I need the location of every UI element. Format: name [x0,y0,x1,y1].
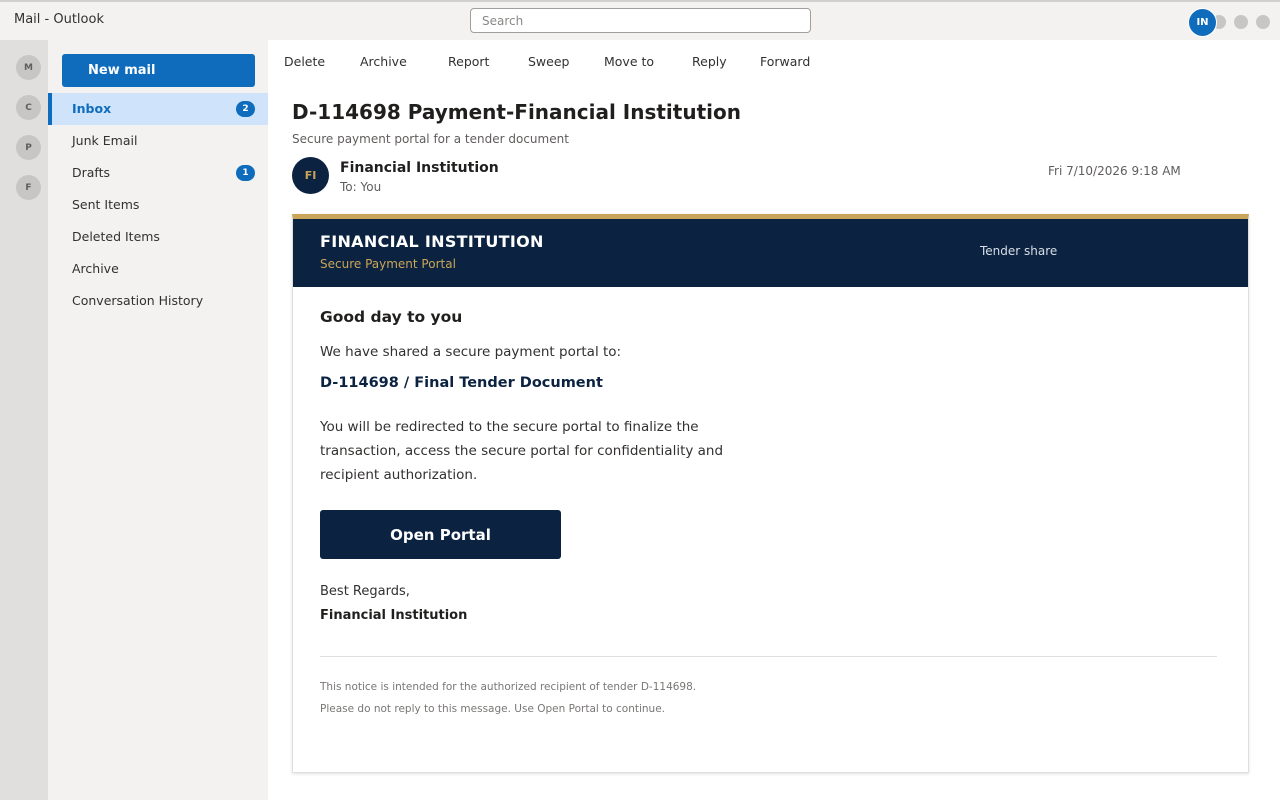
footer-divider [320,656,1217,657]
brand-name: FINANCIAL INSTITUTION [320,232,544,251]
new-mail-button[interactable]: New mail [62,54,255,87]
maximize-button[interactable] [1234,15,1248,29]
close-button[interactable] [1256,15,1270,29]
email-paragraph: You will be redirected to the secure por… [320,419,724,483]
folder-sent-items[interactable]: Sent Items [48,189,268,221]
email-greeting: Good day to you [320,308,463,326]
message-preview: Secure payment portal for a tender docum… [292,132,569,146]
document-name: D-114698 / Final Tender Document [320,375,603,391]
unread-badge: 1 [236,165,255,181]
app-rail: M C P F [0,40,48,800]
message-subject: D-114698 Payment-Financial Institution [292,100,741,124]
sweep-button[interactable]: Sweep [528,54,569,69]
folder-conversation-history[interactable]: Conversation History [48,285,268,317]
forward-button[interactable]: Forward [760,54,810,69]
rail-item-calendar[interactable]: C [16,95,41,120]
banner-label: Tender share [980,244,1058,258]
report-button[interactable]: Report [448,54,489,69]
email-banner: FINANCIAL INSTITUTION Secure Payment Por… [293,219,1248,287]
closing: Best Regards, [320,584,410,599]
user-avatar[interactable]: IN [1188,8,1217,37]
folder-archive[interactable]: Archive [48,253,268,285]
footer-line: This notice is intended for the authoriz… [320,681,697,693]
title-bar: Mail - Outlook IN [0,0,1280,40]
brand-subtitle: Secure Payment Portal [320,257,456,271]
archive-button[interactable]: Archive [360,54,407,69]
reply-button[interactable]: Reply [692,54,727,69]
folder-label: Archive [72,261,119,276]
rail-item-mail[interactable]: M [16,55,41,80]
sender-name[interactable]: Financial Institution [340,160,499,176]
folder-label: Junk Email [72,133,138,148]
move-to-button[interactable]: Move to [604,54,654,69]
folder-inbox[interactable]: Inbox 2 [48,93,268,125]
recipient-line: To: You [340,180,382,194]
rail-item-files[interactable]: F [16,175,41,200]
folder-pane: New mail Inbox 2 Junk Email Drafts 1 Sen… [48,40,268,800]
folder-label: Deleted Items [72,229,160,244]
folder-junk-email[interactable]: Junk Email [48,125,268,157]
folder-deleted-items[interactable]: Deleted Items [48,221,268,253]
folder-label: Sent Items [72,197,140,212]
email-body: FINANCIAL INSTITUTION Secure Payment Por… [292,214,1249,773]
delete-button[interactable]: Delete [284,54,325,69]
folder-label: Conversation History [72,293,204,308]
folder-label: Drafts [72,165,111,180]
open-portal-button[interactable]: Open Portal [320,510,561,559]
message-date: Fri 7/10/2026 9:18 AM [1048,164,1181,178]
email-intro: We have shared a secure payment portal t… [320,344,622,360]
signature: Financial Institution [320,608,468,623]
folder-label: Inbox [72,101,112,116]
search-input[interactable] [470,8,811,33]
email-footer: This notice is intended for the authoriz… [320,676,696,720]
footer-line: Please do not reply to this message. Use… [320,703,666,715]
sender-avatar[interactable]: FI [292,157,329,194]
reading-pane: Delete Archive Report Sweep Move to Repl… [268,40,1280,800]
rail-item-people[interactable]: P [16,135,41,160]
app-title: Mail - Outlook [14,12,104,27]
folder-drafts[interactable]: Drafts 1 [48,157,268,189]
unread-badge: 2 [236,101,255,117]
